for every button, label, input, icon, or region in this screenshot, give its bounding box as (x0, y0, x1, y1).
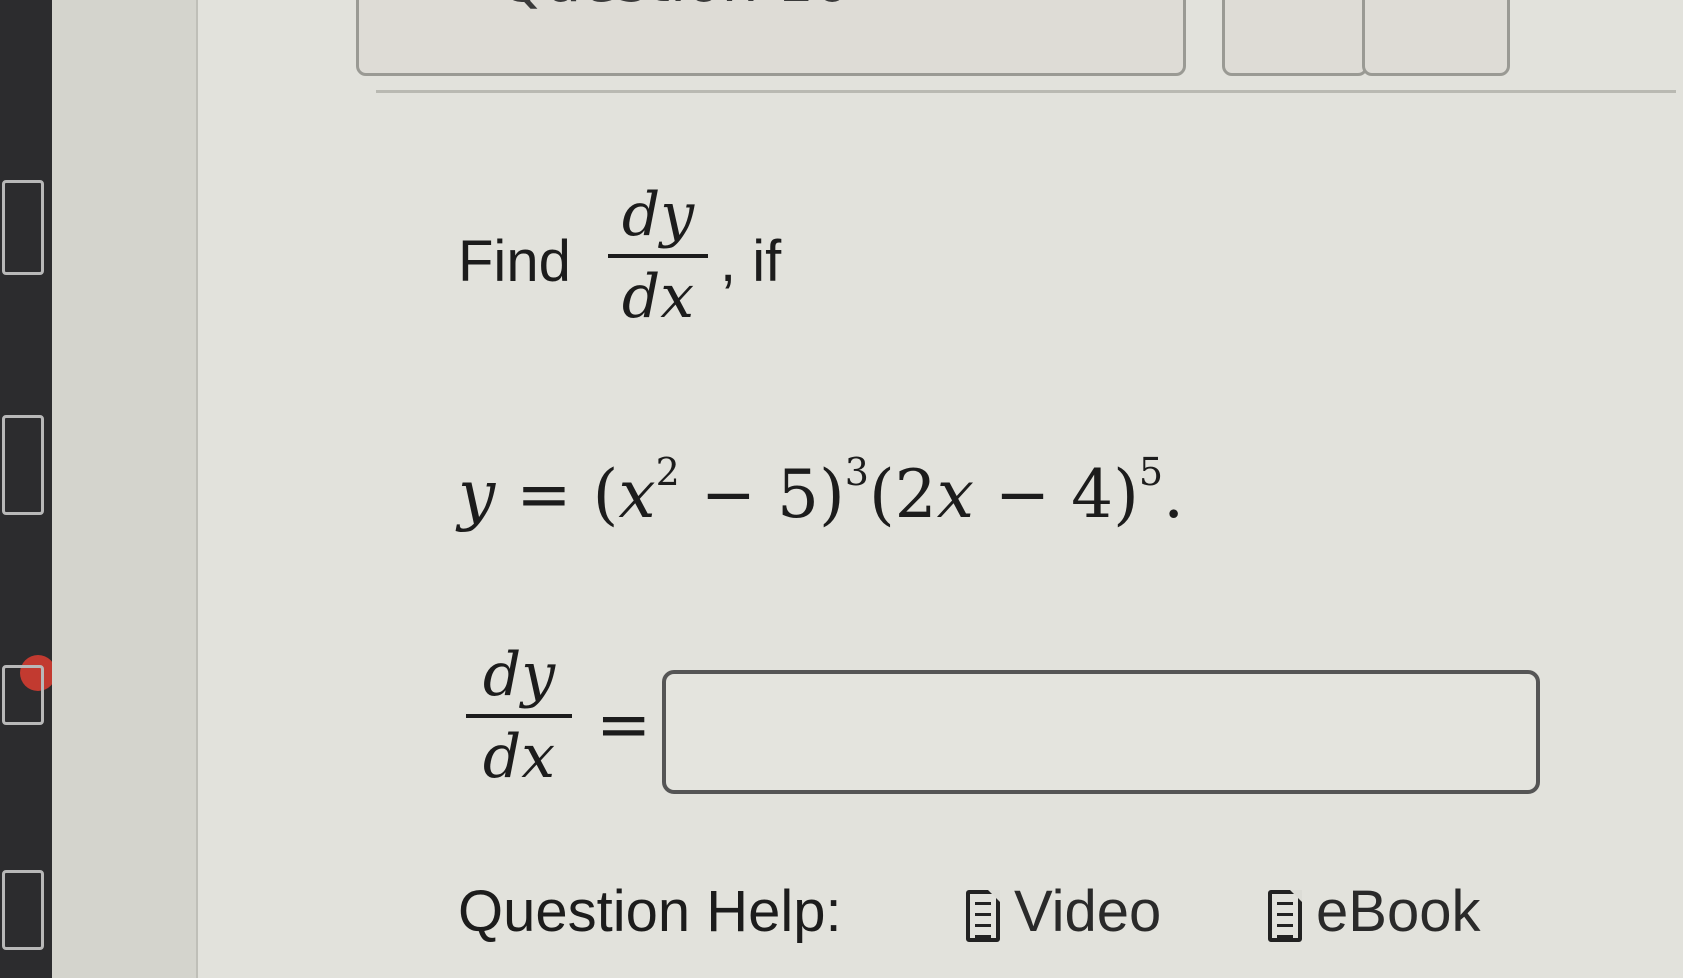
open-paren-2: (2 (868, 456, 937, 533)
video-link[interactable]: Video (1014, 878, 1161, 945)
period: . (1163, 456, 1185, 533)
equation-lhs: y (458, 456, 496, 533)
term-minus-5: − 5) (679, 456, 845, 533)
exponent-outer-1: 3 (844, 450, 869, 494)
list-icon[interactable] (2, 870, 44, 950)
ebook-link[interactable]: eBook (1316, 878, 1480, 945)
answer-denominator: dx (482, 722, 556, 792)
answer-derivative-fraction: dy dx (466, 640, 572, 792)
divider (376, 90, 1676, 93)
question-help-label: Question Help: (458, 879, 842, 944)
fraction-denominator: dx (621, 262, 695, 332)
question-nav-box[interactable] (1222, 0, 1368, 76)
exponent-outer-2: 5 (1138, 450, 1164, 494)
fraction-numerator: dy (621, 180, 695, 250)
window-icon[interactable] (2, 180, 44, 275)
answer-equals-sign: = (596, 686, 652, 763)
variable-x-2: x (936, 456, 974, 533)
derivative-fraction: dy dx (608, 180, 708, 332)
if-text: , if (720, 229, 782, 294)
question-header-box: Question 10 (356, 0, 1186, 76)
term-minus-4: − 4) (973, 456, 1139, 533)
exponent-x: 2 (655, 450, 680, 494)
question-nav-box-2[interactable] (1362, 0, 1510, 76)
fraction-bar (608, 254, 708, 258)
question-title: Question 10 (499, 0, 851, 15)
open-paren: ( (592, 456, 619, 533)
answer-input[interactable] (662, 670, 1540, 794)
ebook-document-icon[interactable] (1268, 890, 1302, 942)
function-equation: y = (x2 − 5)3(2x − 4)5. (458, 450, 1184, 533)
answer-numerator: dy (482, 640, 556, 710)
answer-fraction-bar (466, 714, 572, 718)
chart-icon[interactable] (2, 665, 44, 725)
video-document-icon[interactable] (966, 890, 1000, 942)
sidebar-panel (52, 0, 198, 978)
equals-sign: = (516, 456, 572, 533)
variable-x: x (618, 456, 656, 533)
left-dock (0, 0, 56, 978)
find-text: Find (458, 229, 571, 294)
grid-icon[interactable] (2, 415, 44, 515)
